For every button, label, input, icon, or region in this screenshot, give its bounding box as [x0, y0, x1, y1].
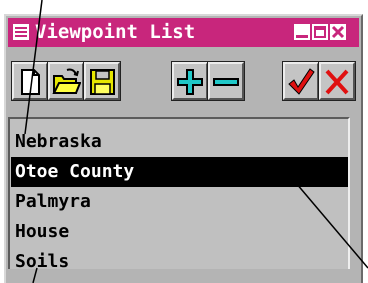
save-file-button[interactable] — [83, 61, 121, 101]
list-item[interactable]: House — [11, 217, 348, 247]
window-title: Viewpoint List — [35, 21, 196, 43]
new-document-icon — [21, 69, 40, 95]
minimize-icon[interactable] — [294, 24, 310, 40]
apply-button[interactable] — [282, 61, 320, 101]
plus-icon — [177, 69, 203, 95]
new-file-button[interactable] — [11, 61, 49, 101]
checkmark-icon — [288, 68, 315, 95]
list-item-selected[interactable]: Otoe County — [11, 157, 348, 187]
viewpoint-listbox[interactable]: Nebraska Otoe County Palmyra House Soils — [8, 117, 350, 272]
minus-icon — [213, 78, 239, 86]
x-icon — [325, 69, 349, 95]
cancel-button[interactable] — [318, 61, 356, 101]
remove-viewpoint-button[interactable] — [207, 61, 245, 101]
close-icon[interactable] — [330, 24, 346, 40]
list-item[interactable]: Soils — [11, 247, 348, 277]
list-item[interactable]: Palmyra — [11, 187, 348, 217]
floppy-disk-icon — [90, 69, 115, 95]
title-bar[interactable]: Viewpoint List — [8, 18, 359, 47]
add-viewpoint-button[interactable] — [171, 61, 209, 101]
open-file-button[interactable] — [47, 61, 85, 101]
open-folder-icon — [52, 68, 81, 94]
window-menu-icon[interactable] — [13, 24, 29, 40]
toolbar — [11, 61, 357, 102]
maximize-icon[interactable] — [312, 24, 328, 40]
list-item[interactable]: Nebraska — [11, 127, 348, 157]
